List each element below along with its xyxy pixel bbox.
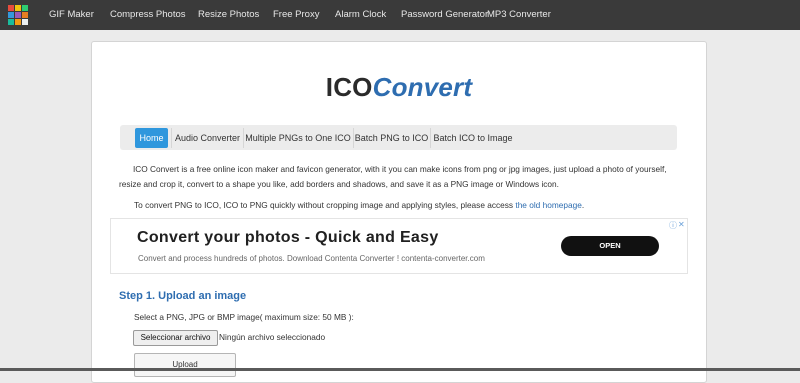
upload-instructions: Select a PNG, JPG or BMP image( maximum … xyxy=(134,312,354,322)
site-logo-icon[interactable] xyxy=(8,5,28,25)
nav-home[interactable]: Home xyxy=(135,128,168,148)
nav-multiple-pngs-to-one-ico[interactable]: Multiple PNGs to One ICO xyxy=(244,128,352,148)
info-icon[interactable]: ⓘ xyxy=(669,220,677,231)
nav-batch-png-to-ico[interactable]: Batch PNG to ICO xyxy=(354,128,429,148)
ad-open-button[interactable]: OPEN xyxy=(561,236,659,256)
topnav-password-generator[interactable]: Password Generator xyxy=(401,0,488,30)
topnav-resize-photos[interactable]: Resize Photos xyxy=(198,0,259,30)
intro-paragraph: ICO Convert is a free online icon maker … xyxy=(119,162,679,192)
old-homepage-note: To convert PNG to ICO, ICO to PNG quickl… xyxy=(134,200,674,210)
topnav-alarm-clock[interactable]: Alarm Clock xyxy=(335,0,386,30)
main-content-panel: ICOConvert Home Audio Converter Multiple… xyxy=(91,41,707,383)
site-nav-menu: Home Audio Converter Multiple PNGs to On… xyxy=(120,125,677,150)
site-brand-title[interactable]: ICOConvert xyxy=(92,72,706,103)
topnav-gif-maker[interactable]: GIF Maker xyxy=(49,0,94,30)
brand-part-ico: ICO xyxy=(325,72,373,102)
nav-batch-ico-to-image[interactable]: Batch ICO to Image xyxy=(431,128,515,148)
ad-subtitle: Convert and process hundreds of photos. … xyxy=(138,254,485,263)
old-homepage-note-text: To convert PNG to ICO, ICO to PNG quickl… xyxy=(134,200,514,210)
step-1-heading: Step 1. Upload an image xyxy=(119,290,247,302)
close-icon[interactable]: ✕ xyxy=(678,220,685,229)
old-homepage-link[interactable]: the old homepage xyxy=(515,200,581,210)
file-status-text: Ningún archivo seleccionado xyxy=(219,332,326,342)
upload-button[interactable]: Upload xyxy=(134,353,236,377)
top-navigation-bar: GIF Maker Compress Photos Resize Photos … xyxy=(0,0,800,30)
brand-part-convert: Convert xyxy=(372,72,473,102)
nav-audio-converter[interactable]: Audio Converter xyxy=(172,128,243,148)
topnav-compress-photos[interactable]: Compress Photos xyxy=(110,0,186,30)
intro-text: ICO Convert is a free online icon maker … xyxy=(119,164,667,189)
old-homepage-note-end: . xyxy=(581,200,585,210)
topnav-free-proxy[interactable]: Free Proxy xyxy=(273,0,319,30)
choose-file-button[interactable]: Seleccionar archivo xyxy=(133,330,218,346)
topnav-mp3-converter[interactable]: MP3 Converter xyxy=(487,0,551,30)
ad-title[interactable]: Convert your photos - Quick and Easy xyxy=(137,229,439,247)
advertisement-banner[interactable]: ⓘ ✕ Convert your photos - Quick and Easy… xyxy=(110,218,688,274)
